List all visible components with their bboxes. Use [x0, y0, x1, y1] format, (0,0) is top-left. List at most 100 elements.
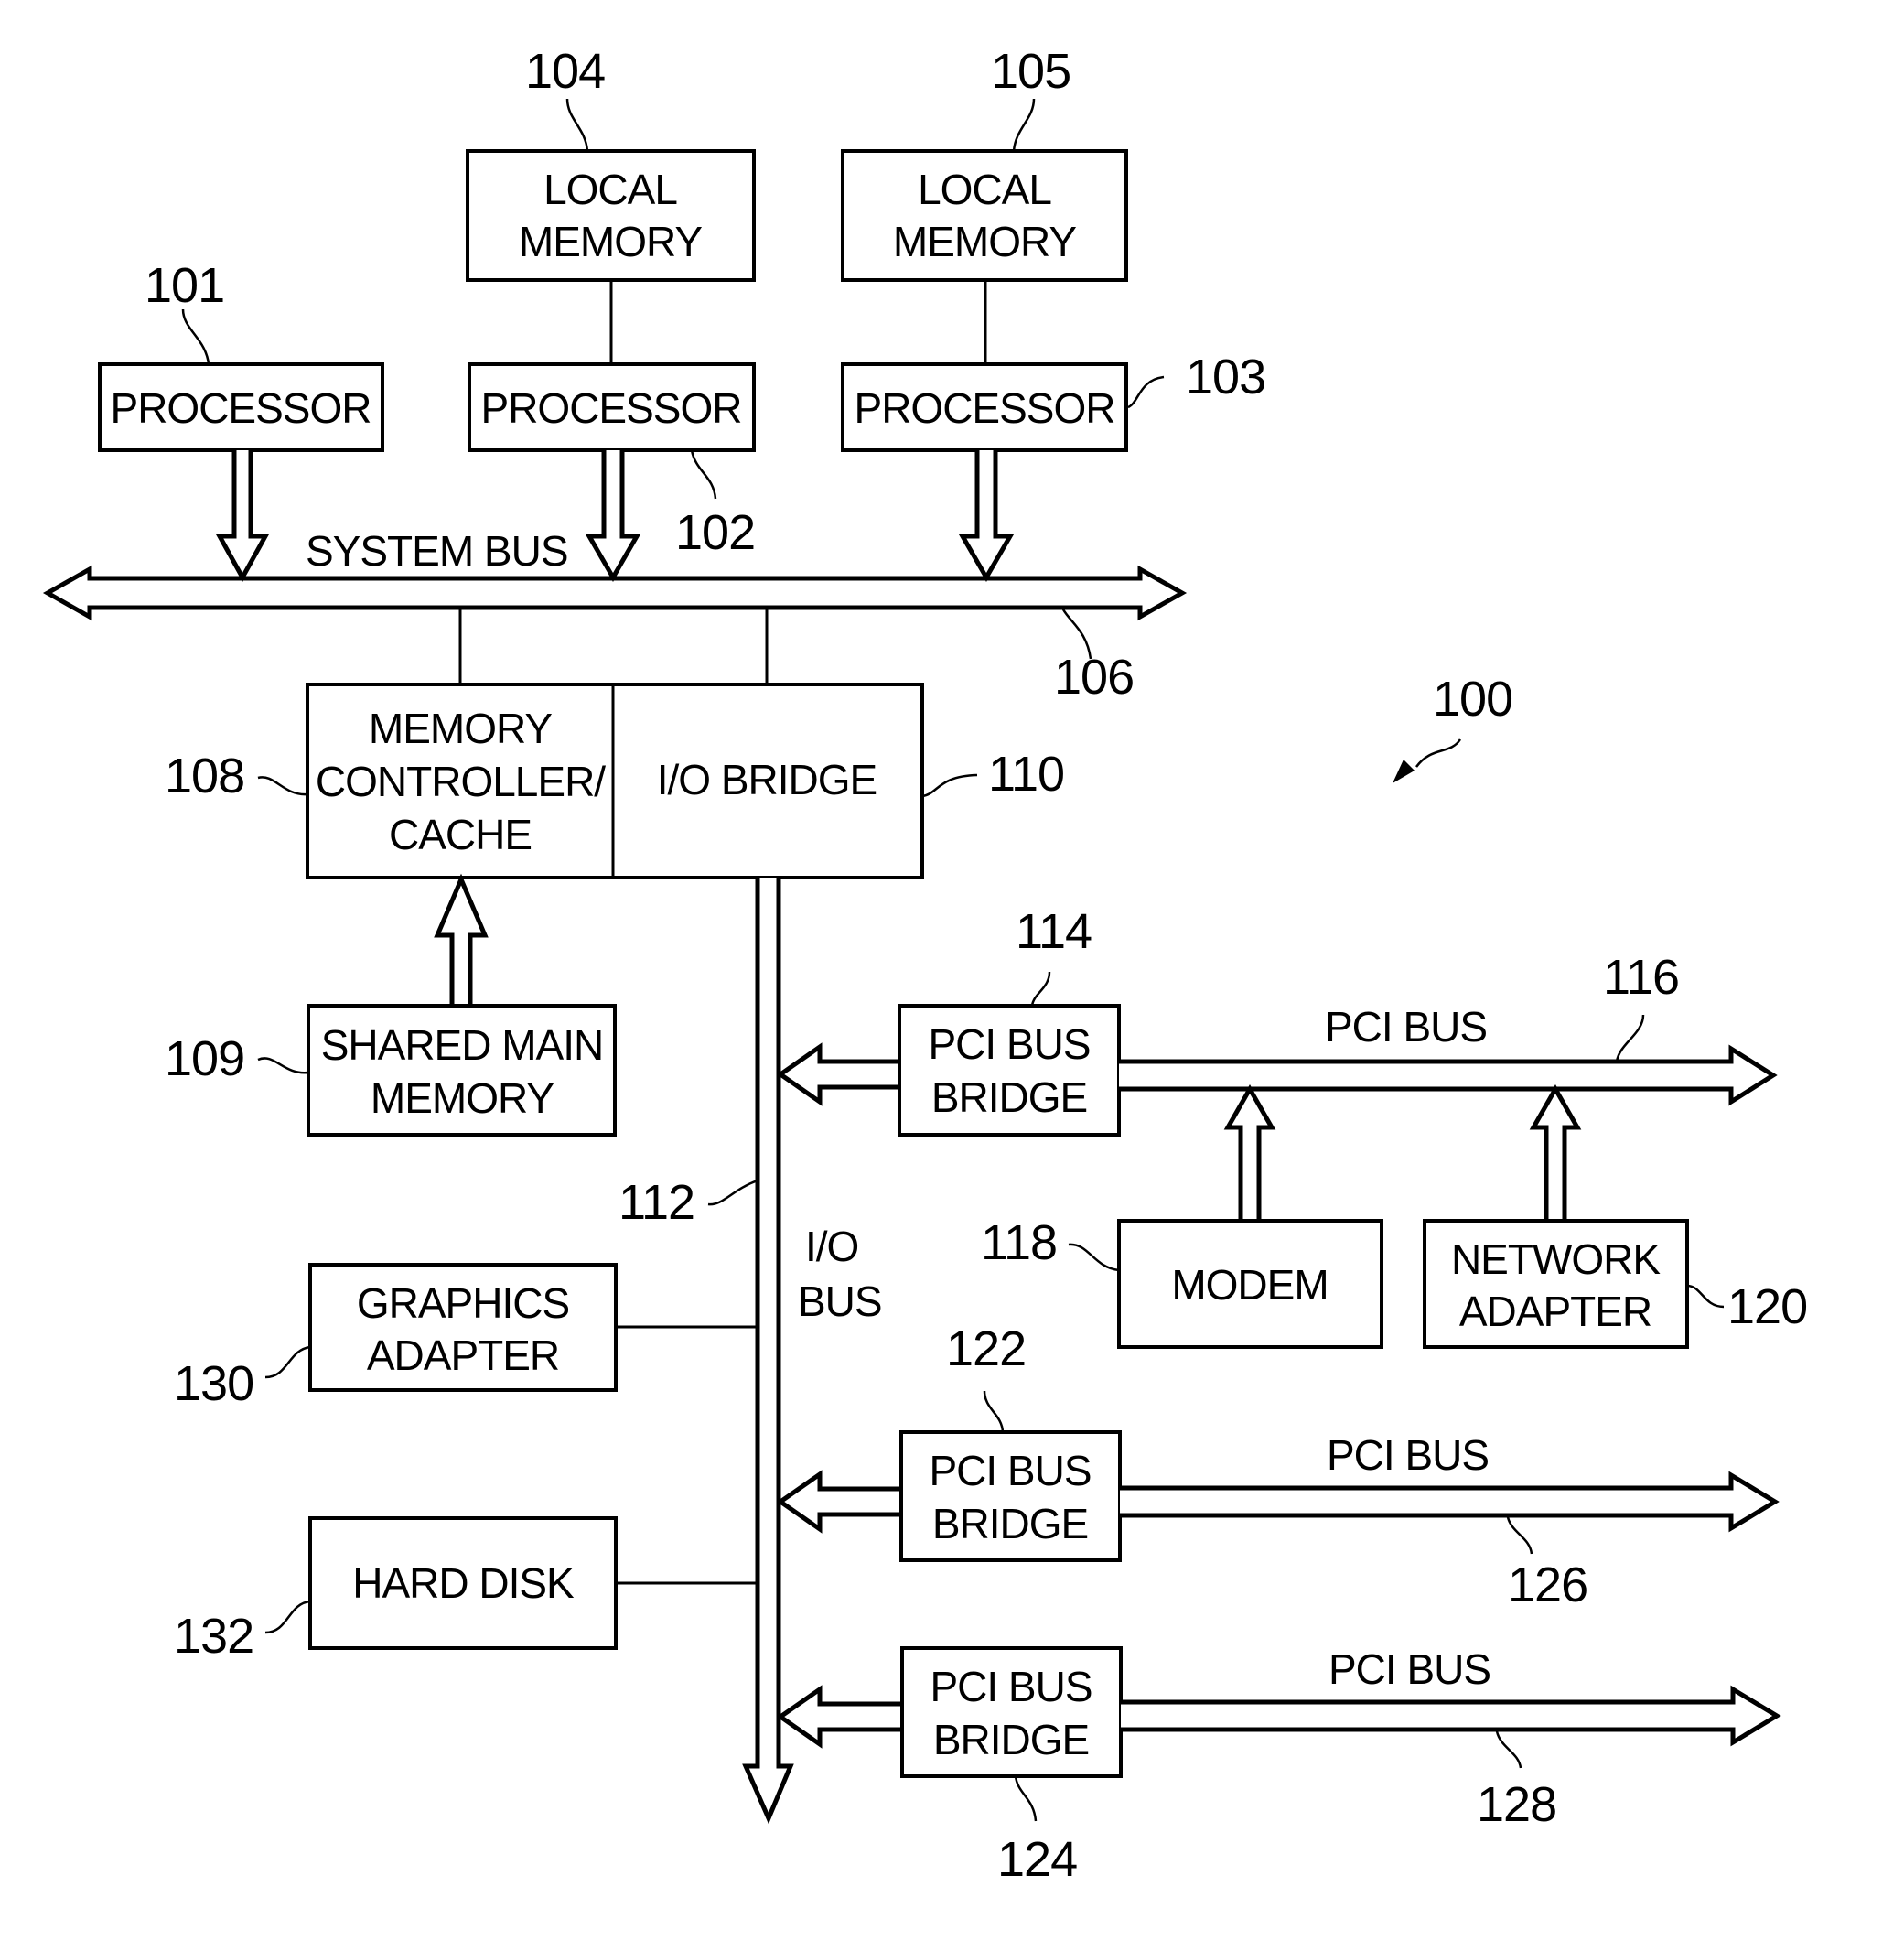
- hard-disk: HARD DISK 132: [174, 1516, 758, 1664]
- processor-103-ref: 103: [1186, 350, 1265, 404]
- pci-bus-bridge-124-group: PCI BUS BRIDGE 124 PCI BUS 128: [776, 1645, 1781, 1887]
- pci-bus-bridge-124-line1: PCI BUS: [930, 1663, 1092, 1710]
- shared-main-memory-ref-leader: [257, 1057, 309, 1074]
- memory-controller-io-bridge: MEMORY CONTROLLER/ CACHE 108 I/O BRIDGE …: [165, 608, 1065, 879]
- processor-101-bus-arrow: [215, 450, 270, 583]
- pci-bus-bridge-124-io-arrow: [776, 1685, 902, 1749]
- local-memory-105-line2: MEMORY: [893, 218, 1076, 265]
- local-memory-105-ref: 105: [991, 44, 1070, 99]
- io-bus: I/O BUS 112: [619, 878, 883, 1825]
- io-bridge-label: I/O BRIDGE: [657, 756, 877, 803]
- io-bus-label-line2: BUS: [798, 1277, 882, 1325]
- figure-ref-arrowhead-icon: [1393, 760, 1415, 783]
- graphics-adapter-line2: ADAPTER: [367, 1331, 559, 1379]
- memory-controller-line2: CONTROLLER/: [316, 758, 606, 805]
- pci-bus-bridge-122-line2: BRIDGE: [932, 1500, 1088, 1547]
- processor-103-label: PROCESSOR: [855, 384, 1115, 432]
- memory-controller-line3: CACHE: [389, 811, 532, 858]
- local-memory-104-ref: 104: [525, 44, 605, 99]
- pci-bus-bridge-124-line2: BRIDGE: [933, 1716, 1089, 1763]
- processor-101-label: PROCESSOR: [111, 384, 371, 432]
- shared-main-memory: SHARED MAIN MEMORY 109: [165, 873, 617, 1137]
- network-adapter-ref: 120: [1727, 1279, 1807, 1334]
- figure-ref-leader: [1415, 738, 1462, 768]
- pci-bus-bridge-114-io-arrow: [776, 1042, 899, 1106]
- network-adapter-ref-leader: [1686, 1284, 1725, 1309]
- pci-bus-116-label: PCI BUS: [1325, 1003, 1487, 1051]
- pci-bus-bridge-114-line1: PCI BUS: [928, 1020, 1090, 1068]
- memory-controller-ref: 108: [165, 749, 244, 803]
- system-bus-ref: 106: [1054, 650, 1134, 705]
- processor-102-ref-leader: [690, 449, 717, 500]
- local-memory-104-line1: LOCAL: [543, 166, 677, 213]
- pci-bus-bridge-114-line2: BRIDGE: [931, 1073, 1087, 1121]
- memory-controller-line1: MEMORY: [369, 705, 552, 752]
- local-memory-104: LOCAL MEMORY 104: [466, 44, 756, 364]
- computer-system-block-diagram: SYSTEM BUS 106 LOCAL MEMORY 104 LOCAL ME…: [42, 44, 1808, 1887]
- modem-ref-leader: [1068, 1243, 1120, 1272]
- graphics-adapter-line1: GRAPHICS: [357, 1279, 569, 1327]
- pci-bus-bridge-122-group: PCI BUS BRIDGE 122 PCI BUS 126: [776, 1321, 1780, 1612]
- pci-bus-bridge-122-ref: 122: [946, 1321, 1026, 1376]
- figure-ref-100: 100: [1393, 672, 1513, 783]
- graphics-adapter-ref-leader: [264, 1345, 311, 1379]
- hard-disk-label: HARD DISK: [352, 1559, 575, 1607]
- network-adapter-bus-arrow: [1529, 1083, 1582, 1221]
- network-adapter: NETWORK ADAPTER 120: [1423, 1083, 1808, 1349]
- io-bridge-ref: 110: [988, 747, 1064, 802]
- pci-bus-bridge-122-io-arrow: [776, 1470, 901, 1534]
- pci-bus-126-label: PCI BUS: [1327, 1431, 1489, 1479]
- graphics-adapter-ref: 130: [174, 1356, 253, 1411]
- modem-ref: 118: [981, 1215, 1057, 1270]
- local-memory-105-line1: LOCAL: [918, 166, 1051, 213]
- pci-bus-bridge-114-ref: 114: [1016, 904, 1092, 959]
- figure-ref-label: 100: [1433, 672, 1512, 727]
- pci-bus-bridge-122-line1: PCI BUS: [929, 1447, 1091, 1494]
- pci-bus-126-ref: 126: [1508, 1558, 1587, 1612]
- io-bridge-ref-leader: [921, 773, 978, 798]
- shared-main-memory-line1: SHARED MAIN: [321, 1021, 603, 1069]
- io-bus-arrow: [742, 878, 794, 1825]
- shared-main-memory-line2: MEMORY: [371, 1074, 554, 1122]
- processor-103-bus-arrow: [958, 450, 1015, 582]
- pci-bus-bridge-114-ref-leader: [1030, 971, 1051, 1007]
- local-memory-105: LOCAL MEMORY 105: [841, 44, 1128, 364]
- network-adapter-line2: ADAPTER: [1459, 1288, 1651, 1335]
- processor-102-bus-arrow: [585, 450, 641, 582]
- processor-103-ref-leader: [1127, 375, 1165, 409]
- pci-bus-128-ref: 128: [1477, 1777, 1556, 1832]
- processor-101-ref-leader: [181, 308, 210, 365]
- io-bus-label-line1: I/O: [805, 1223, 858, 1270]
- modem-label: MODEM: [1171, 1261, 1328, 1309]
- pci-bus-bridge-122-ref-leader: [983, 1390, 1005, 1433]
- modem-bus-arrow: [1223, 1083, 1276, 1221]
- local-memory-105-ref-leader: [1012, 98, 1036, 152]
- system-bus-label: SYSTEM BUS: [306, 527, 568, 575]
- processor-102-label: PROCESSOR: [481, 384, 742, 432]
- io-bus-ref: 112: [619, 1175, 694, 1230]
- io-bus-ref-leader: [707, 1179, 758, 1206]
- hard-disk-ref-leader: [264, 1600, 311, 1634]
- hard-disk-ref: 132: [174, 1609, 253, 1664]
- pci-bus-126-arrow: [1120, 1471, 1780, 1533]
- local-memory-104-line2: MEMORY: [519, 218, 702, 265]
- pci-bus-128-label: PCI BUS: [1328, 1645, 1490, 1693]
- processor-103: PROCESSOR 103: [841, 350, 1266, 582]
- pci-bus-116-ref-leader: [1615, 1014, 1645, 1062]
- processor-101-ref: 101: [145, 258, 224, 313]
- pci-bus-116-ref: 116: [1603, 950, 1679, 1005]
- pci-bus-128-ref-leader: [1495, 1730, 1522, 1769]
- pci-bus-bridge-124-ref-leader: [1014, 1775, 1038, 1822]
- pci-bus-116-arrow: [1119, 1044, 1778, 1106]
- shared-main-memory-ref: 109: [165, 1031, 244, 1086]
- local-memory-104-ref-leader: [565, 98, 589, 152]
- pci-bus-bridge-114-group: PCI BUS BRIDGE 114 PCI BUS 116: [776, 904, 1778, 1137]
- pci-bus-128-arrow: [1121, 1685, 1781, 1747]
- graphics-adapter: GRAPHICS ADAPTER 130: [174, 1263, 758, 1411]
- pci-bus-126-ref-leader: [1506, 1516, 1533, 1555]
- shared-main-memory-bus-arrow: [434, 873, 489, 1006]
- memory-controller-ref-leader: [257, 776, 308, 796]
- network-adapter-line1: NETWORK: [1451, 1235, 1661, 1283]
- processor-102-ref: 102: [675, 505, 755, 560]
- pci-bus-bridge-124-ref: 124: [997, 1832, 1077, 1887]
